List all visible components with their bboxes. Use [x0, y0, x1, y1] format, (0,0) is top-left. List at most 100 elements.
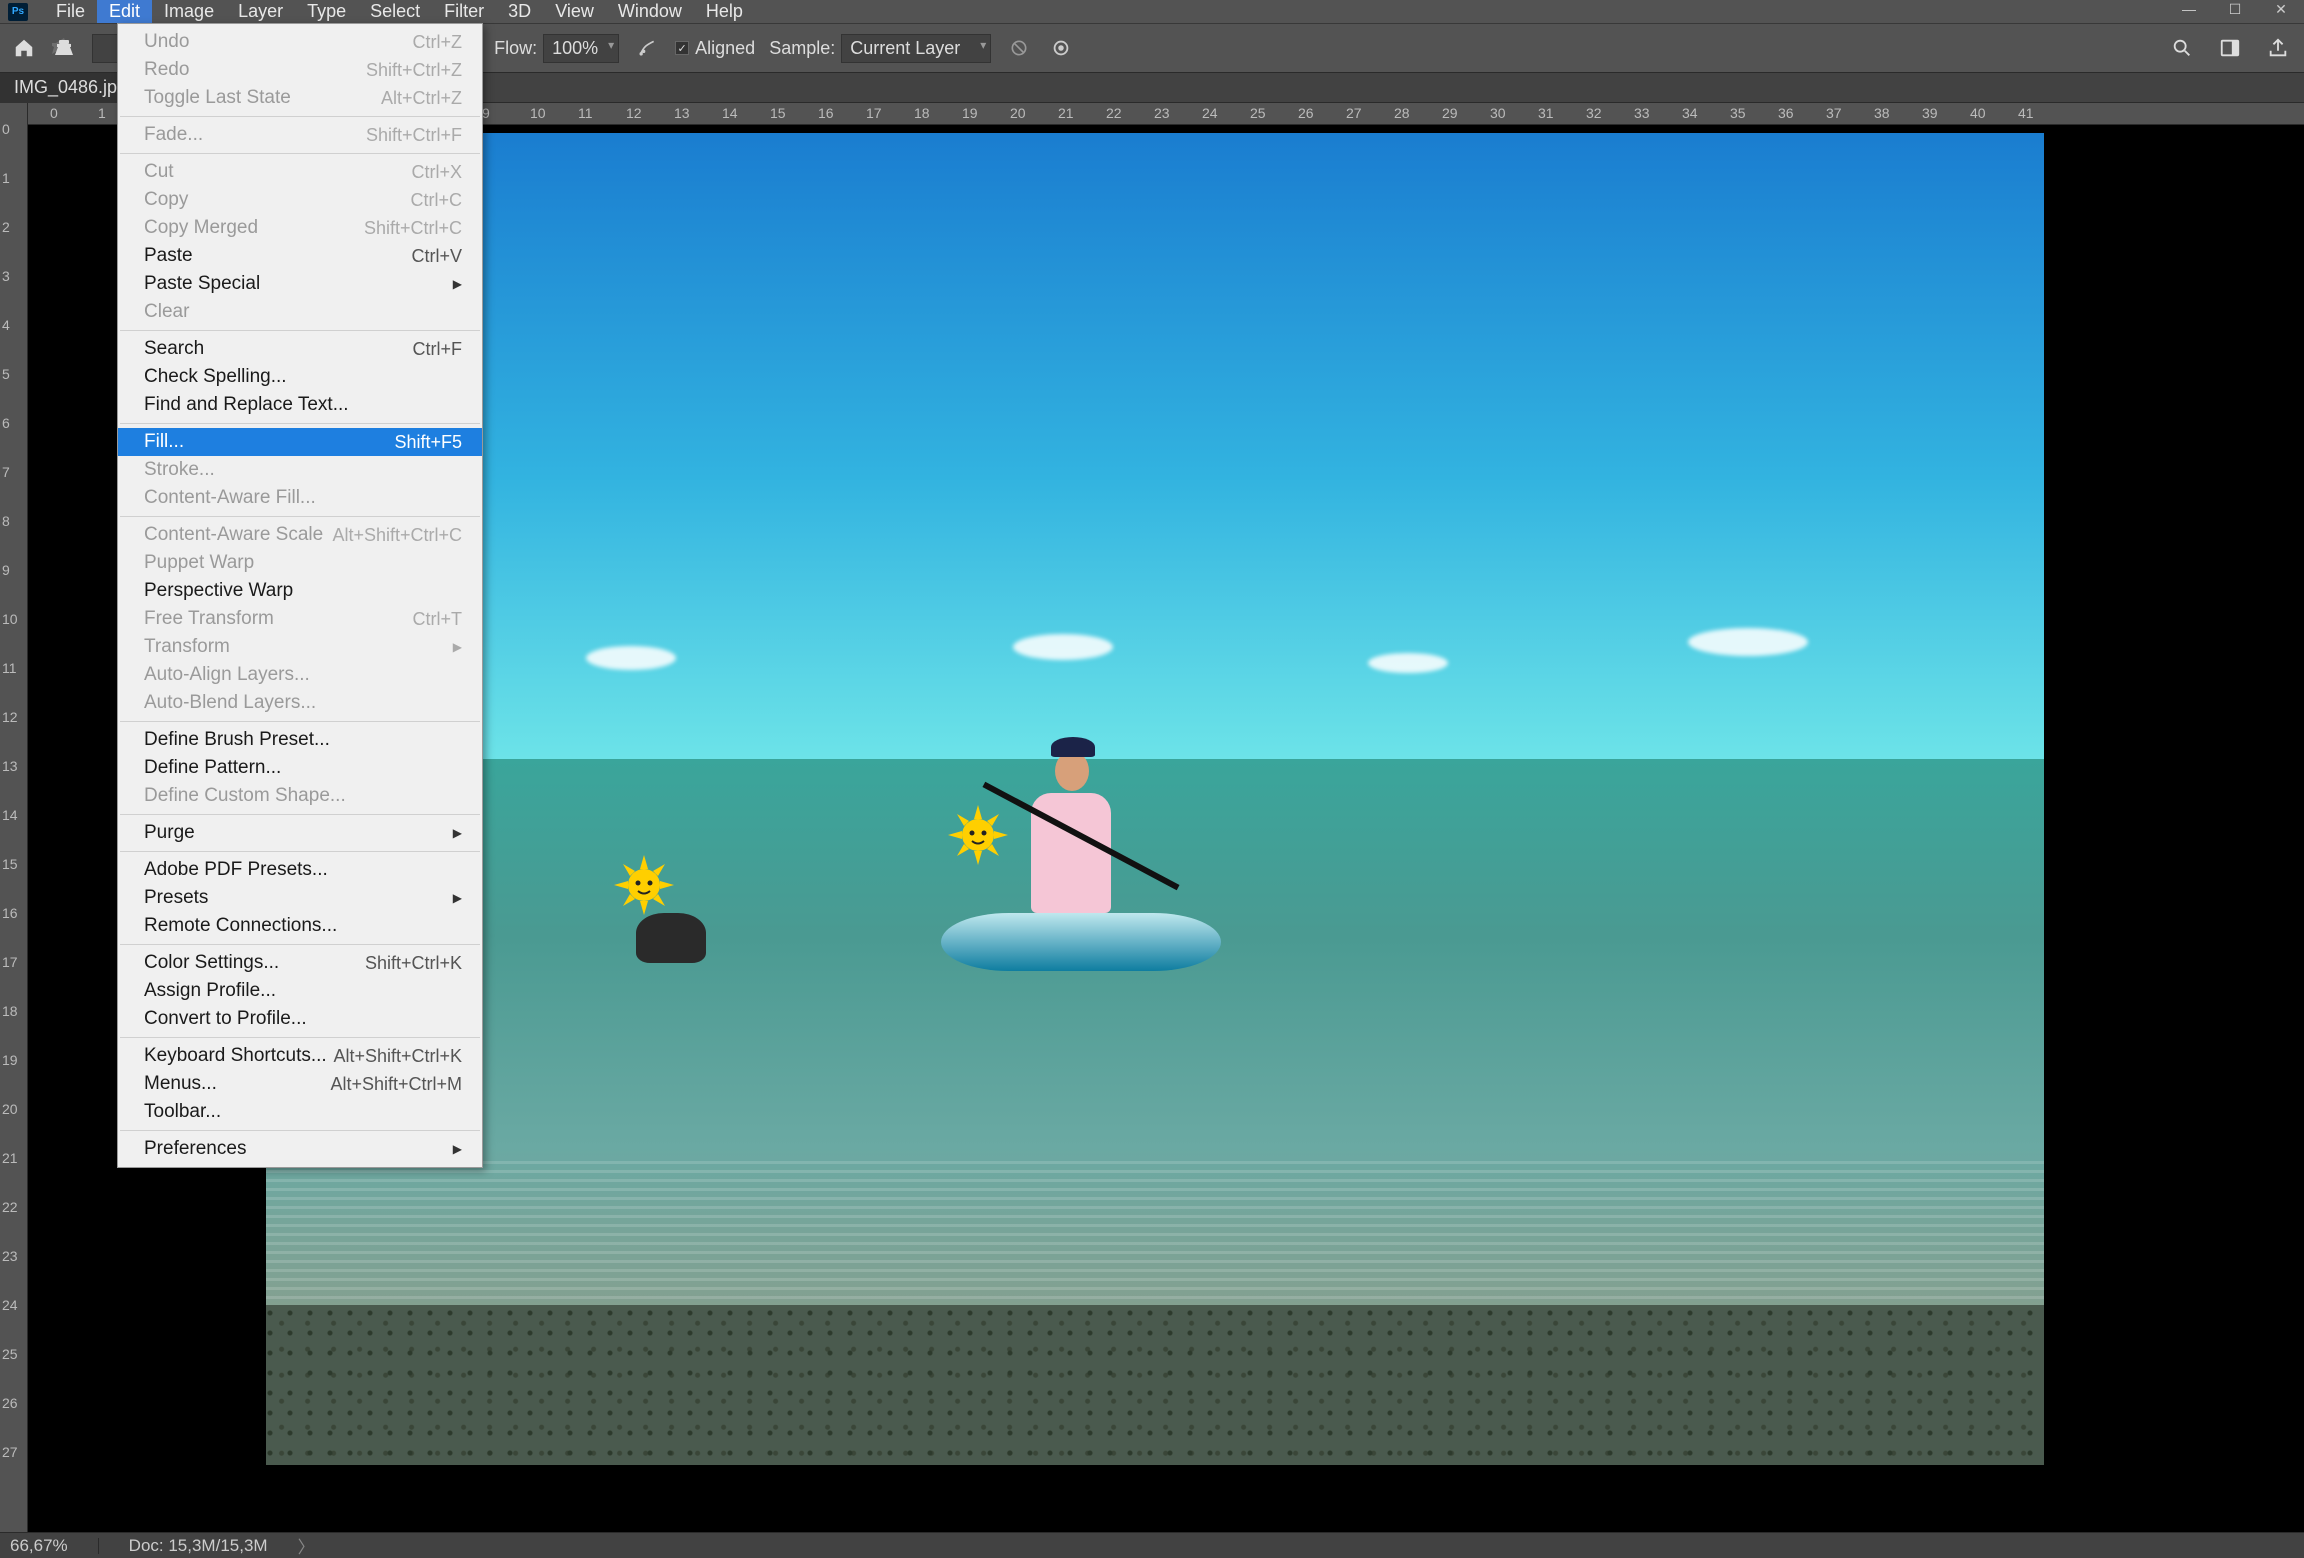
flow-value[interactable]: 100% — [543, 34, 619, 63]
h-ruler-tick: 15 — [770, 105, 786, 121]
edit-menu-stroke: Stroke... — [118, 456, 482, 484]
v-ruler-tick: 0 — [2, 121, 10, 137]
menu-item-shortcut: Ctrl+Z — [413, 32, 463, 53]
v-ruler-tick: 3 — [2, 268, 10, 284]
document-image — [266, 133, 2044, 1465]
v-ruler-tick: 27 — [2, 1444, 18, 1460]
menu-item-shortcut: Alt+Shift+Ctrl+M — [330, 1074, 462, 1095]
search-icon[interactable] — [2168, 34, 2196, 62]
menu-separator — [120, 116, 480, 117]
menu-item-label: Content-Aware Scale — [144, 524, 323, 546]
edit-menu-find-and-replace-text[interactable]: Find and Replace Text... — [118, 391, 482, 419]
h-ruler-tick: 30 — [1490, 105, 1506, 121]
minimize-button[interactable]: — — [2166, 0, 2212, 18]
h-ruler-tick: 41 — [2018, 105, 2034, 121]
menu-separator — [120, 330, 480, 331]
submenu-arrow-icon: ▶ — [453, 640, 462, 654]
menu-edit[interactable]: Edit — [97, 0, 152, 24]
menu-view[interactable]: View — [543, 0, 606, 24]
h-ruler-tick: 40 — [1970, 105, 1986, 121]
airbrush-icon[interactable] — [633, 34, 661, 62]
menu-item-label: Paste — [144, 245, 193, 267]
edit-menu-define-pattern[interactable]: Define Pattern... — [118, 754, 482, 782]
v-ruler-tick: 10 — [2, 611, 18, 627]
home-icon[interactable] — [12, 36, 36, 60]
sample-dropdown[interactable]: Current Layer — [841, 34, 991, 63]
ignore-adjustment-icon[interactable] — [1005, 34, 1033, 62]
submenu-arrow-icon: ▶ — [453, 277, 462, 291]
v-ruler-tick: 21 — [2, 1150, 18, 1166]
menu-separator — [120, 721, 480, 722]
document-size[interactable]: Doc: 15,3M/15,3M — [129, 1536, 268, 1556]
v-ruler-tick: 23 — [2, 1248, 18, 1264]
clone-source-panel-icon[interactable] — [1047, 34, 1075, 62]
menu-window[interactable]: Window — [606, 0, 694, 24]
edit-menu-paste-special[interactable]: Paste Special▶ — [118, 270, 482, 298]
aligned-checkbox[interactable]: ✓ — [675, 41, 689, 55]
edit-menu-color-settings[interactable]: Color Settings...Shift+Ctrl+K — [118, 949, 482, 977]
h-ruler-tick: 38 — [1874, 105, 1890, 121]
edit-menu-purge[interactable]: Purge▶ — [118, 819, 482, 847]
menu-item-label: Stroke... — [144, 459, 215, 481]
edit-menu-preferences[interactable]: Preferences▶ — [118, 1135, 482, 1163]
menu-select[interactable]: Select — [358, 0, 432, 24]
maximize-button[interactable]: ☐ — [2212, 0, 2258, 18]
menu-layer[interactable]: Layer — [226, 0, 295, 24]
document-tab-label: IMG_0486.jpg — [14, 77, 127, 98]
close-button[interactable]: ✕ — [2258, 0, 2304, 18]
menu-item-shortcut: Ctrl+C — [410, 190, 462, 211]
edit-menu-paste[interactable]: PasteCtrl+V — [118, 242, 482, 270]
h-ruler-tick: 1 — [98, 105, 106, 121]
status-flyout-icon[interactable]: 〉 — [298, 1533, 315, 1558]
menu-3d[interactable]: 3D — [496, 0, 543, 24]
h-ruler-tick: 17 — [866, 105, 882, 121]
menu-type[interactable]: Type — [295, 0, 358, 24]
v-ruler-tick: 5 — [2, 366, 10, 382]
menu-item-label: Auto-Blend Layers... — [144, 692, 316, 714]
h-ruler-tick: 0 — [50, 105, 58, 121]
menu-help[interactable]: Help — [694, 0, 755, 24]
workspace-switcher-icon[interactable] — [2216, 34, 2244, 62]
edit-menu-presets[interactable]: Presets▶ — [118, 884, 482, 912]
edit-menu-transform: Transform▶ — [118, 633, 482, 661]
v-ruler-tick: 19 — [2, 1052, 18, 1068]
menu-item-shortcut: Ctrl+X — [411, 162, 462, 183]
edit-menu-menus[interactable]: Menus...Alt+Shift+Ctrl+M — [118, 1070, 482, 1098]
vertical-ruler: 0123456789101112131415161718192021222324… — [0, 103, 28, 1532]
menu-item-shortcut: Shift+Ctrl+F — [366, 125, 462, 146]
menu-filter[interactable]: Filter — [432, 0, 496, 24]
menu-file[interactable]: File — [44, 0, 97, 24]
menu-item-label: Free Transform — [144, 608, 274, 630]
edit-menu-perspective-warp[interactable]: Perspective Warp — [118, 577, 482, 605]
share-icon[interactable] — [2264, 34, 2292, 62]
clone-stamp-tool-icon[interactable] — [50, 34, 78, 62]
edit-menu-define-brush-preset[interactable]: Define Brush Preset... — [118, 726, 482, 754]
edit-menu-convert-to-profile[interactable]: Convert to Profile... — [118, 1005, 482, 1033]
menu-item-label: Perspective Warp — [144, 580, 293, 602]
menu-separator — [120, 1037, 480, 1038]
edit-menu-adobe-pdf-presets[interactable]: Adobe PDF Presets... — [118, 856, 482, 884]
h-ruler-tick: 32 — [1586, 105, 1602, 121]
v-ruler-tick: 1 — [2, 170, 10, 186]
photo-paddler — [1031, 793, 1111, 913]
menu-separator — [120, 153, 480, 154]
menu-item-label: Puppet Warp — [144, 552, 254, 574]
edit-menu-fill[interactable]: Fill...Shift+F5 — [118, 428, 482, 456]
menu-item-label: Content-Aware Fill... — [144, 487, 316, 509]
edit-menu-keyboard-shortcuts[interactable]: Keyboard Shortcuts...Alt+Shift+Ctrl+K — [118, 1042, 482, 1070]
edit-menu-assign-profile[interactable]: Assign Profile... — [118, 977, 482, 1005]
edit-menu-toolbar[interactable]: Toolbar... — [118, 1098, 482, 1126]
edit-menu-remote-connections[interactable]: Remote Connections... — [118, 912, 482, 940]
edit-menu-undo: UndoCtrl+Z — [118, 28, 482, 56]
menu-item-label: Redo — [144, 59, 189, 81]
v-ruler-tick: 9 — [2, 562, 10, 578]
menu-item-label: Check Spelling... — [144, 366, 287, 388]
menu-bar: Ps FileEditImageLayerTypeSelectFilter3DV… — [0, 0, 2304, 23]
h-ruler-tick: 20 — [1010, 105, 1026, 121]
menu-separator — [120, 944, 480, 945]
edit-menu-check-spelling[interactable]: Check Spelling... — [118, 363, 482, 391]
h-ruler-tick: 37 — [1826, 105, 1842, 121]
menu-image[interactable]: Image — [152, 0, 226, 24]
edit-menu-search[interactable]: SearchCtrl+F — [118, 335, 482, 363]
zoom-level[interactable]: 66,67% — [10, 1536, 68, 1556]
